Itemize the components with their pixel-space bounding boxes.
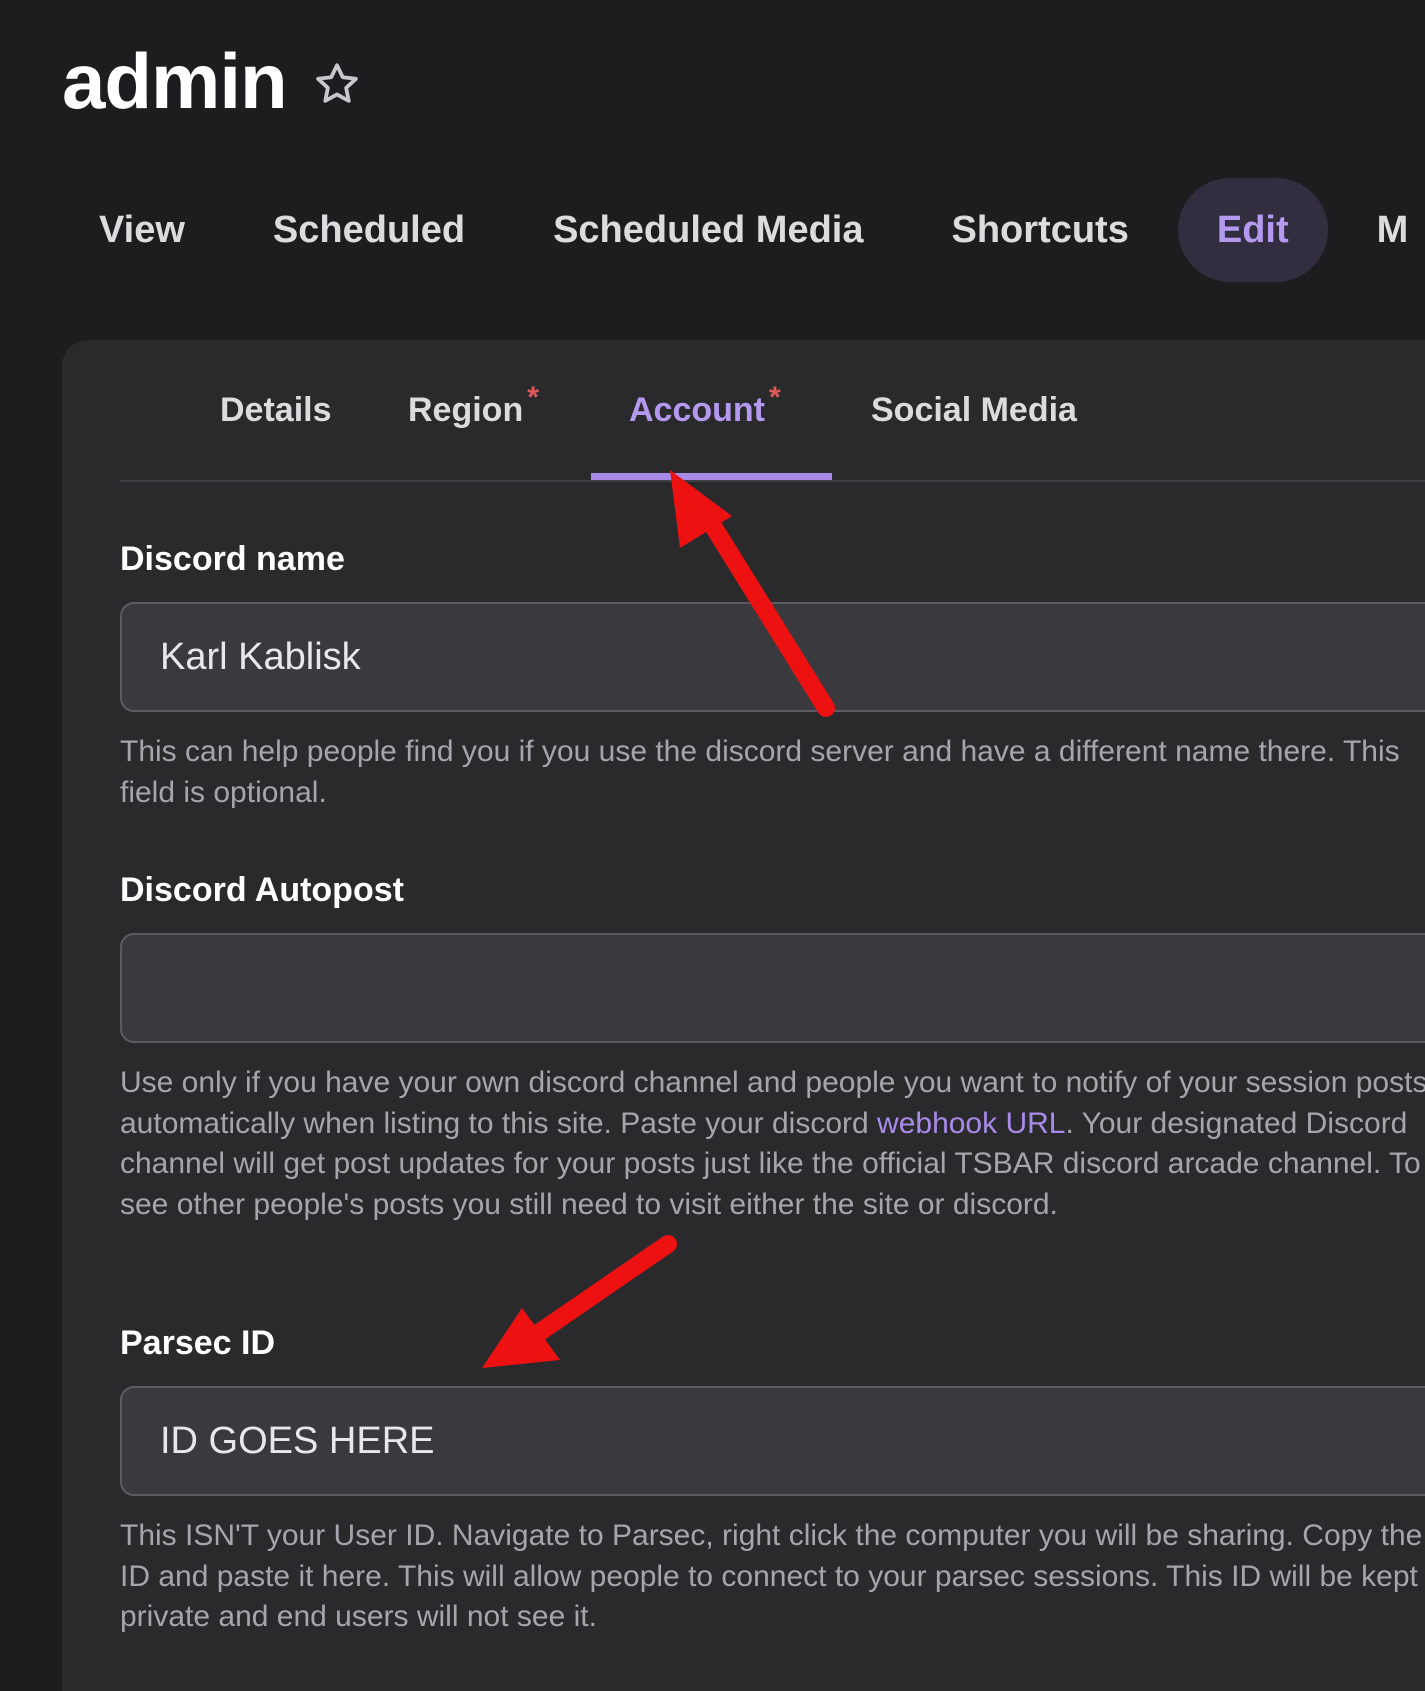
parsec-id-input[interactable]	[120, 1386, 1425, 1496]
discord-name-input[interactable]	[120, 602, 1425, 712]
tab-region-label: Region	[408, 391, 524, 429]
tab-details-label: Details	[220, 391, 332, 429]
tab-account-label: Account	[629, 391, 765, 429]
nav-item-scheduled-media[interactable]: Scheduled Media	[514, 178, 902, 282]
webhook-url-link[interactable]: webhook URL	[877, 1107, 1065, 1140]
tab-region[interactable]: Region *	[408, 340, 539, 480]
page-title: admin	[62, 37, 288, 125]
nav-item-edit[interactable]: Edit	[1177, 178, 1328, 282]
top-nav: View Scheduled Scheduled Media Shortcuts…	[60, 178, 1425, 282]
edit-card: Details Region * Account * Social Media Di…	[62, 340, 1425, 1691]
parsec-id-help: This ISN'T your User ID. Navigate to Par…	[120, 1519, 1423, 1633]
discord-autopost-label: Discord Autopost	[120, 871, 404, 909]
page-header: admin	[62, 36, 361, 126]
sub-tabs: Details Region * Account * Social Media	[120, 340, 1425, 482]
nav-item-view[interactable]: View	[60, 178, 224, 282]
required-marker: *	[769, 381, 781, 414]
page: admin View Scheduled Scheduled Media Sho…	[0, 0, 1425, 1691]
nav-item-scheduled[interactable]: Scheduled	[234, 178, 504, 282]
discord-autopost-help: Use only if you have your own discord ch…	[120, 1063, 1425, 1225]
star-icon[interactable]	[313, 60, 361, 108]
tab-social-media-label: Social Media	[871, 391, 1077, 429]
tab-account[interactable]: Account *	[629, 340, 781, 480]
tab-social-media[interactable]: Social Media	[871, 340, 1077, 480]
required-marker: *	[527, 381, 539, 414]
nav-item-shortcuts[interactable]: Shortcuts	[912, 178, 1167, 282]
nav-item-more-truncated[interactable]: M	[1338, 178, 1425, 282]
parsec-id-label: Parsec ID	[120, 1324, 275, 1362]
discord-autopost-input[interactable]	[120, 933, 1425, 1043]
active-tab-indicator	[591, 473, 832, 480]
tab-details[interactable]: Details	[220, 340, 332, 480]
discord-name-label: Discord name	[120, 540, 345, 578]
discord-name-help: This can help people find you if you use…	[120, 735, 1400, 809]
